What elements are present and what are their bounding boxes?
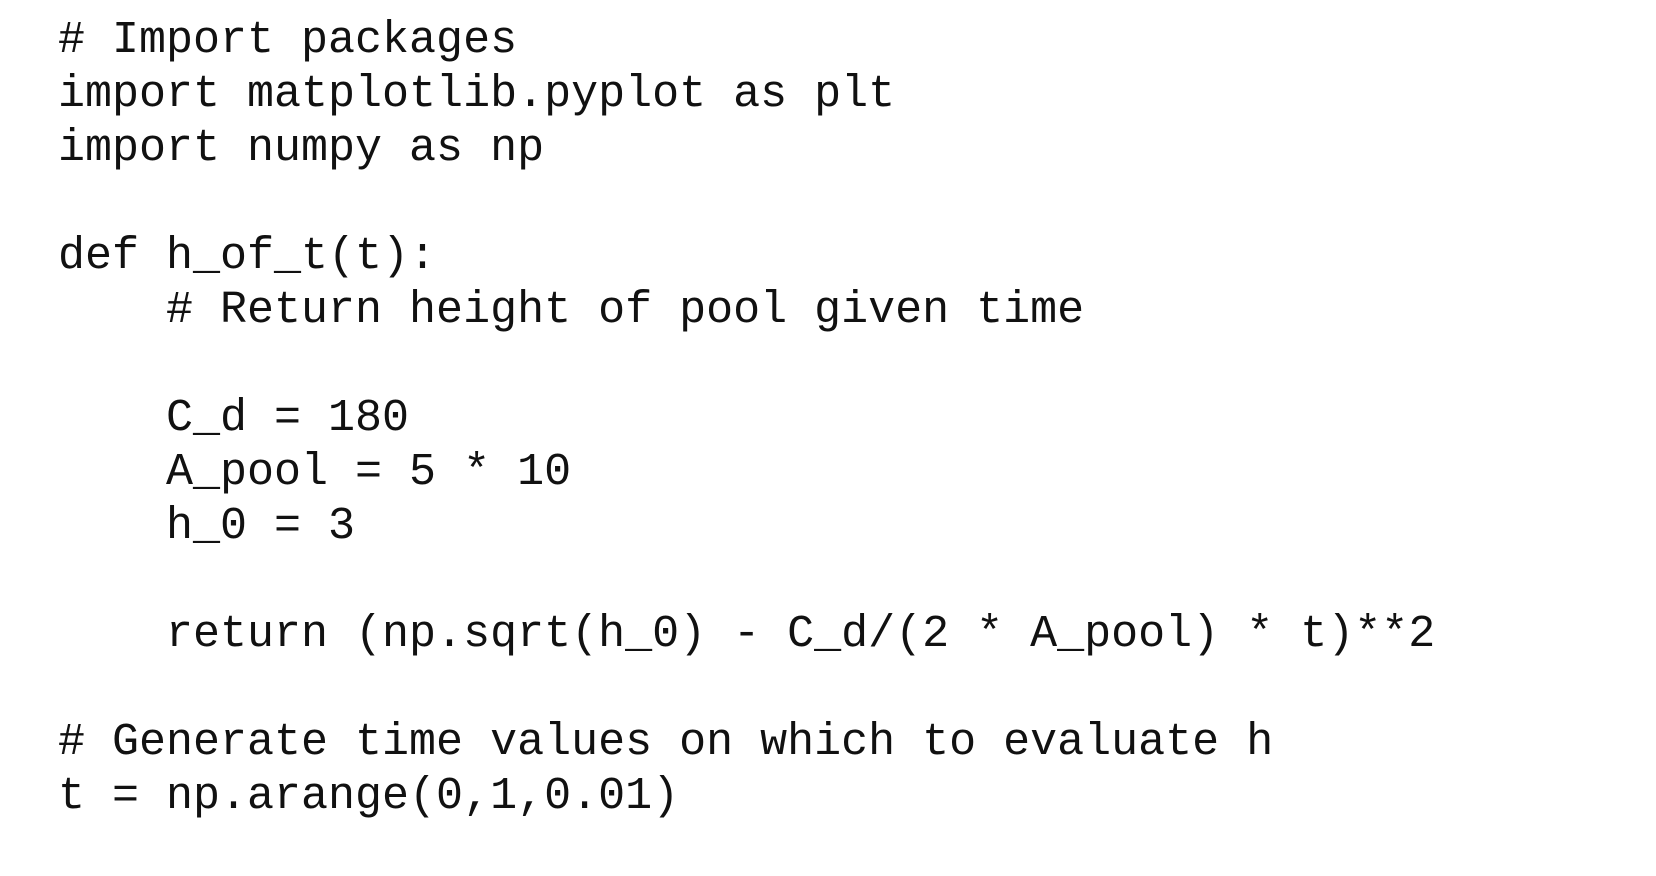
code-line-c-d: C_d = 180	[58, 393, 410, 444]
code-line-import-matplotlib: import matplotlib.pyplot as plt	[58, 69, 896, 120]
code-line-a-pool: A_pool = 5 * 10	[58, 447, 572, 498]
code-line-t-arange: t = np.arange(0,1,0.01)	[58, 771, 680, 822]
code-line-return: return (np.sqrt(h_0) - C_d/(2 * A_pool) …	[58, 609, 1436, 660]
code-line-comment-import: # Import packages	[58, 15, 518, 66]
code-line-import-numpy: import numpy as np	[58, 123, 545, 174]
code-line-def-h-of-t: def h_of_t(t):	[58, 231, 437, 282]
code-line-comment-return: # Return height of pool given time	[58, 285, 1085, 336]
code-line-h-0: h_0 = 3	[58, 501, 356, 552]
code-block: # Import packages import matplotlib.pyplo…	[58, 14, 1435, 824]
code-line-comment-generate: # Generate time values on which to evalu…	[58, 717, 1274, 768]
